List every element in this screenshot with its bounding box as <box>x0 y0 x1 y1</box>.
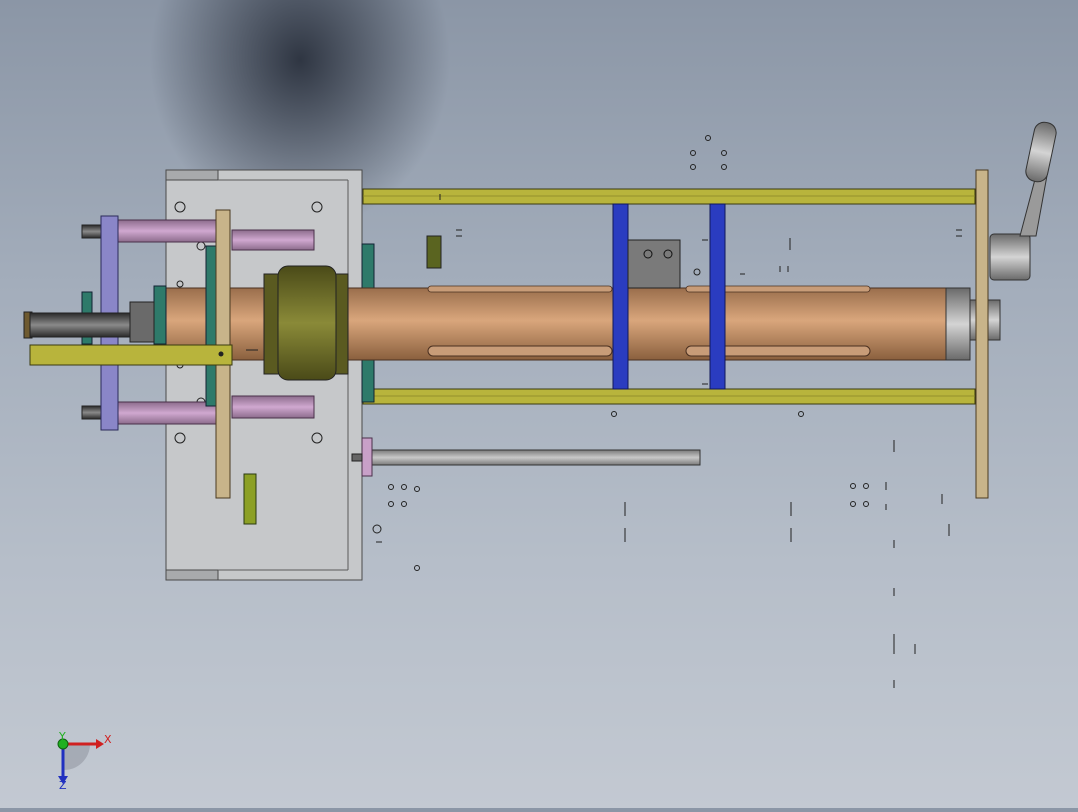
triad-x-label: X <box>104 733 112 746</box>
gray-guide-rod[interactable] <box>351 437 701 477</box>
stud-lower[interactable] <box>81 405 103 420</box>
blue-bracket-left[interactable] <box>612 203 629 390</box>
cad-3d-viewport[interactable]: X Y Z <box>0 0 1078 808</box>
pink-rod-upper-left[interactable] <box>115 219 219 243</box>
pink-rod-lower-left[interactable] <box>115 401 219 425</box>
yellow-lever-arm[interactable] <box>29 344 233 366</box>
gray-mounting-block[interactable] <box>627 239 681 289</box>
stud-upper[interactable] <box>81 224 103 239</box>
triad-z-label: Z <box>59 779 67 792</box>
pink-rod-lower[interactable] <box>231 395 315 419</box>
guide-rail-top[interactable] <box>362 188 976 205</box>
triad-y-label: Y <box>58 730 66 743</box>
blue-bracket-right[interactable] <box>709 203 726 390</box>
teal-plate-inner[interactable] <box>205 245 217 407</box>
arm-pivot-pin <box>218 351 224 357</box>
guide-rail-bottom[interactable] <box>362 388 976 405</box>
end-plate-right[interactable] <box>975 169 989 499</box>
lime-key[interactable] <box>243 473 257 525</box>
pink-rod-upper[interactable] <box>231 229 315 251</box>
cad-model-drawing[interactable]: X Y Z <box>0 0 1078 808</box>
olive-stop-block[interactable] <box>426 235 442 269</box>
coupling[interactable] <box>263 265 349 381</box>
coordinate-triad: X Y Z <box>57 730 112 792</box>
teal-washer-right[interactable] <box>153 285 167 345</box>
shaft-end-bearing[interactable] <box>945 287 1001 361</box>
crank-handle[interactable] <box>989 120 1058 281</box>
